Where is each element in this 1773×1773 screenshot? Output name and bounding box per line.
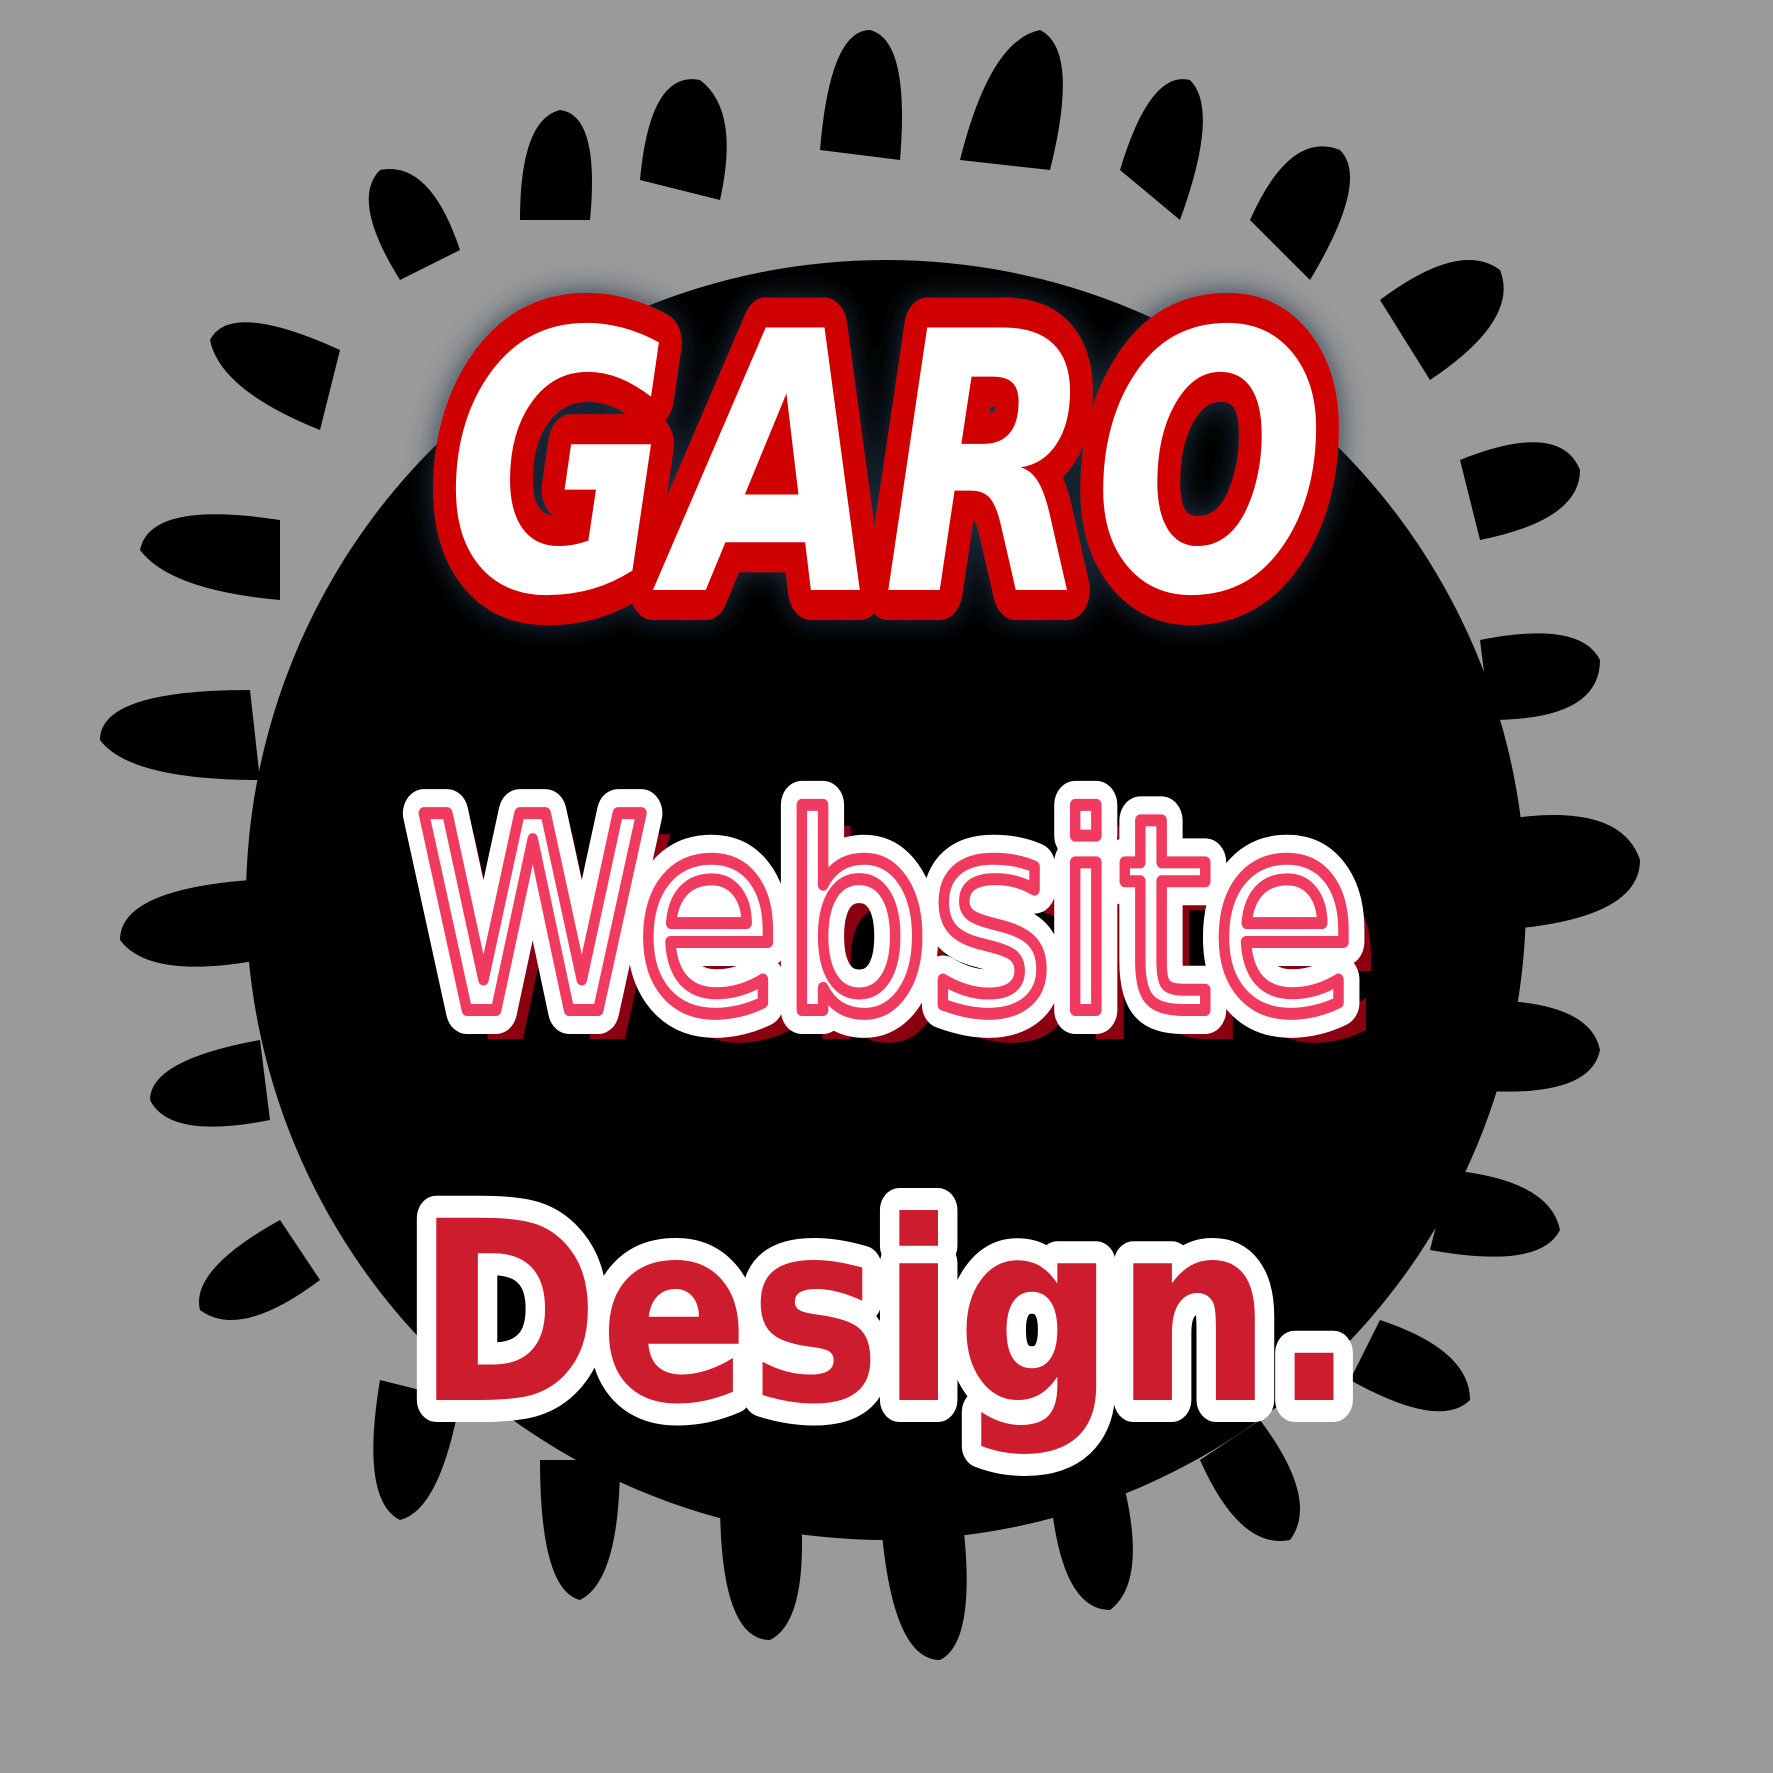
garo-logo: GARO GARO Website Website Website Design…	[100, 30, 1640, 1660]
garo-fill-text: GARO	[446, 256, 1326, 675]
design-wordmark: Design. Design.	[394, 1146, 1378, 1481]
design-fill-text: Design.	[416, 1168, 1356, 1459]
garo-wordmark: GARO GARO	[416, 226, 1356, 705]
website-wordmark: Website Website Website	[392, 735, 1384, 1103]
website-outline-text: Website	[416, 759, 1356, 1074]
logo-canvas: GARO GARO Website Website Website Design…	[0, 0, 1773, 1773]
